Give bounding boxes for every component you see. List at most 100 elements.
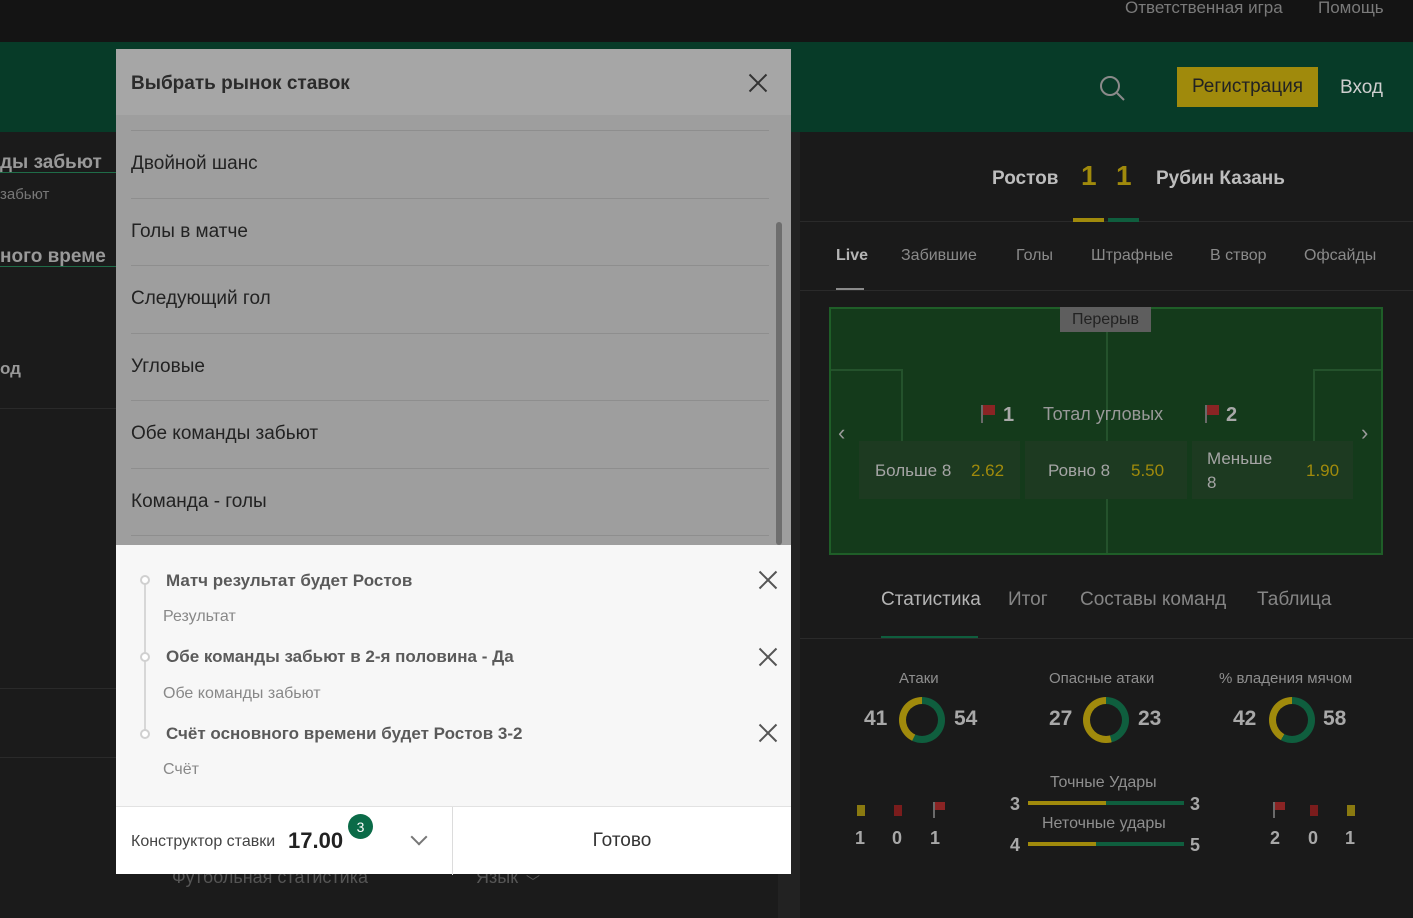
market-label: Угловые [131,356,205,377]
possession-away: 58 [1323,707,1347,730]
selection-dot [140,575,150,585]
login-button[interactable]: Вход [1340,77,1383,99]
market-item[interactable]: Обе команды забьют [131,400,769,467]
yellow-card-icon [857,805,865,816]
shots-on-target-bar-home [1028,801,1106,805]
score-row [800,132,1413,222]
tab-on-target[interactable]: В створ [1210,247,1267,265]
market-label: Следующий гол [131,288,271,309]
top-bar: Ответственная игра Помощь [0,0,1413,42]
selection-dot [140,652,150,662]
pitch-visualization [829,307,1383,555]
home-corners-count: 1 [930,828,941,848]
selection-market: Обе команды забьют [163,685,321,702]
market-list: Двойной шанс Голы в матче Следующий гол … [116,115,791,545]
tab-free-kicks[interactable]: Штрафные [1091,247,1173,265]
market-list-scrollbar[interactable] [776,222,782,545]
bet-label: Меньше [1207,449,1273,468]
shots-off-target-label: Неточные удары [1042,815,1166,832]
register-button[interactable]: Регистрация [1177,67,1318,107]
remove-selection-close-icon[interactable] [758,647,778,667]
away-corners-count: 2 [1270,828,1281,848]
bet-odds: 1.90 [1306,461,1340,480]
bet-odds: 2.62 [971,461,1005,480]
market-item[interactable]: Голы в матче [131,198,769,265]
tab-goals[interactable]: Голы [1016,247,1053,265]
selection-title: Обе команды забьют в 2-я половина - Да [166,647,514,666]
home-score-underline [1073,218,1104,222]
shots-off-target-bar-away [1096,842,1184,846]
search-icon[interactable] [1098,74,1126,102]
shots-off-target-away: 5 [1190,835,1201,855]
shots-off-target-bar-home [1028,842,1096,846]
market-item[interactable]: Команда - голы [131,468,769,535]
yellow-card-icon [1347,805,1355,816]
left-market-title-2: ного време [0,246,106,267]
corner-flag-away-stat [1275,802,1285,810]
attacks-away: 54 [954,707,978,730]
dangerous-attacks-home: 27 [1049,707,1073,730]
tab-lineups[interactable]: Составы команд [1080,589,1226,611]
market-item[interactable]: Двойной шанс [131,130,769,197]
possession-label: % владения мячом [1219,670,1353,687]
modal-header: Выбрать рынок ставок [116,49,791,115]
selection-market: Результат [163,608,236,625]
bet-label-line2: 8 [1207,473,1217,492]
selection-count-badge: 3 [348,814,373,839]
market-item[interactable]: Следующий гол [131,265,769,332]
bet-builder-bar: Конструктор ставки 17.00 3 Готово [116,806,791,875]
corners-title: Тотал угловых [1043,404,1164,424]
bet-builder-odds: 17.00 [288,828,344,853]
left-market-sub: забьют [0,186,50,203]
market-label: Обе команды забьют [131,423,319,444]
market-item[interactable]: Угловые [131,333,769,400]
bet-under-8[interactable]: Меньше 8 1.90 [1192,441,1353,499]
market-label: Двойной шанс [131,153,258,174]
home-team: Ростов [992,168,1059,189]
tab-live[interactable]: Live [836,247,868,265]
chevron-left-icon[interactable]: ‹ [838,420,845,446]
bet-exactly-8[interactable]: Ровно 8 5.50 [1025,441,1187,499]
away-score-underline [1108,218,1139,222]
home-corners: 1 [1003,404,1015,426]
bet-label: Ровно 8 [1048,461,1111,480]
help-link[interactable]: Помощь [1318,0,1384,18]
shots-on-target-label: Точные Удары [1050,774,1157,791]
home-yellow-count: 1 [855,828,866,848]
red-card-icon [894,805,902,816]
shots-on-target-away: 3 [1190,794,1201,814]
home-score: 1 [1081,160,1097,191]
close-icon[interactable] [748,73,768,93]
dangerous-attacks-donut [1083,697,1129,743]
remove-selection-close-icon[interactable] [758,723,778,743]
market-label: Команда - голы [131,491,267,512]
market-item-divider [131,535,769,545]
selection-market: Счёт [163,761,199,778]
tab-statistics[interactable]: Статистика [881,589,981,611]
tab-summary[interactable]: Итог [1008,589,1048,611]
bet-over-8[interactable]: Больше 8 2.62 [859,441,1020,499]
corner-flag-home-stat [935,802,945,810]
away-score: 1 [1116,160,1132,191]
shots-on-target-bar-away [1106,801,1184,805]
stats-divider [800,638,1413,639]
tab-offsides[interactable]: Офсайды [1304,247,1376,265]
attacks-home: 41 [864,707,888,730]
tab-table[interactable]: Таблица [1257,589,1332,611]
corner-flag-home [983,405,995,415]
responsible-gaming-link[interactable]: Ответственная игра [1125,0,1283,18]
chevron-right-icon[interactable]: › [1361,420,1368,446]
away-team: Рубин Казань [1156,168,1285,189]
shots-off-target-home: 4 [1010,835,1021,855]
away-red-count: 0 [1308,828,1319,848]
left-market-title-3: од [0,359,21,378]
red-card-icon [1310,805,1318,816]
done-button[interactable]: Готово [453,807,791,875]
modal-title: Выбрать рынок ставок [131,73,350,94]
chevron-down-icon[interactable] [410,828,428,846]
corner-flag-away [1207,405,1219,415]
match-status-badge: Перерыв [1060,307,1151,332]
tab-scorers[interactable]: Забившие [901,247,977,265]
remove-selection-close-icon[interactable] [758,570,778,590]
selection-dot [140,729,150,739]
